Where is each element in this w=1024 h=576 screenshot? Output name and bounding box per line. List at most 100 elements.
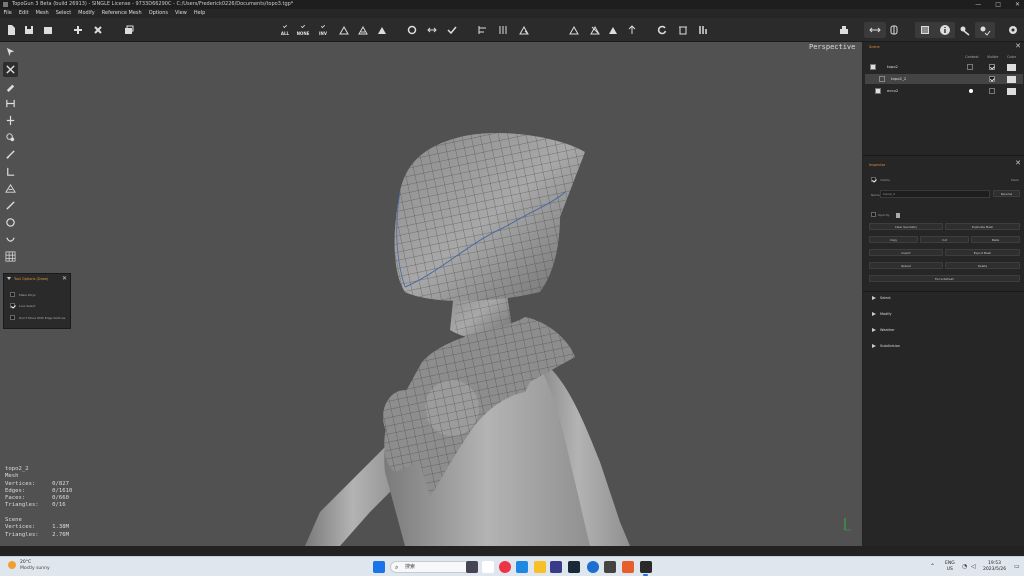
section-select[interactable]: Select [872,296,891,300]
tools-icon[interactable] [695,22,711,38]
draw-tool-icon[interactable] [3,79,18,94]
context-checkbox[interactable] [967,64,973,70]
scene-row[interactable]: topo2_2 [865,74,1023,84]
symmetry-x-icon[interactable] [566,22,582,38]
menu-view[interactable]: View [171,9,190,18]
delete-button[interactable]: Delete [945,262,1020,269]
opacity-checkbox[interactable] [871,212,876,217]
shrink-selection-icon[interactable] [355,22,371,38]
search-input[interactable]: 搜索 [390,561,474,573]
close-window-button[interactable]: ✕ [1015,0,1020,9]
panel-splitter[interactable] [863,155,1024,156]
menu-select[interactable]: Select [52,9,74,18]
menu-mesh[interactable]: Mesh [32,9,52,18]
color-swatch[interactable] [1007,87,1016,95]
weather-widget[interactable]: 20°C Mostly sunny [8,560,50,572]
select-none-icon[interactable]: NONE [295,22,311,38]
split-tool-icon[interactable] [3,113,18,128]
symmetry-y-icon[interactable] [587,22,603,38]
close-icon[interactable]: ✕ [1015,159,1021,167]
steam-icon[interactable] [568,561,580,573]
volume-icon[interactable]: ◁ [971,563,976,570]
extrude-tool-icon[interactable] [3,164,18,179]
render-icon[interactable] [836,22,852,38]
notification-icon[interactable]: ▭ [1014,563,1020,570]
close-icon[interactable]: ✕ [62,275,67,282]
section-weather[interactable]: Weather [872,328,895,332]
select-all-icon[interactable]: ALL [277,22,293,38]
app-icon[interactable] [550,561,562,573]
clear-geometry-button[interactable]: Clear Geometry [869,223,943,230]
chrome-icon[interactable] [499,561,511,573]
symmetry-z-icon[interactable] [605,22,621,38]
export-icon[interactable] [121,22,137,38]
checkbox[interactable] [10,303,15,308]
task-view-icon[interactable] [466,561,478,573]
save-as-icon[interactable] [40,22,56,38]
color-swatch[interactable] [1007,75,1016,83]
app-icon[interactable] [604,561,616,573]
option-dont-move-edge[interactable]: Don't Move With Edge Vertices [10,315,65,320]
explorer-icon[interactable] [534,561,546,573]
visible-checkbox[interactable] [989,88,995,94]
grow-selection-icon[interactable] [336,22,352,38]
edge-icon[interactable] [516,561,528,573]
knife-tool-icon[interactable] [3,198,18,213]
select-triangles-icon[interactable] [374,22,390,38]
section-modify[interactable]: Modify [872,312,892,316]
scene-icon[interactable] [917,22,933,38]
new-file-icon[interactable] [3,22,19,38]
3d-viewport[interactable] [0,42,862,546]
paste-button[interactable]: Paste [971,236,1020,243]
import-button[interactable]: Import [869,249,943,256]
tube-tool-icon[interactable] [3,232,18,247]
mirror-icon[interactable] [886,22,902,38]
section-subdivision[interactable]: Subdivision [872,344,900,348]
wifi-icon[interactable]: ◔ [962,563,967,570]
force-refresh-button[interactable]: Force Refresh [869,275,1020,282]
menu-file[interactable]: File [0,9,15,18]
close-icon[interactable]: ✕ [1015,42,1021,50]
symmetry-axis-icon[interactable] [624,22,640,38]
confirm-icon[interactable] [444,22,460,38]
loop-tool-icon[interactable] [3,130,18,145]
menu-edit[interactable]: Edit [15,9,32,18]
checkbox[interactable] [10,292,15,297]
circle-tool-icon[interactable] [3,215,18,230]
select-ring-icon[interactable] [424,22,440,38]
opacity-slider[interactable] [896,213,900,218]
visible-checkbox[interactable] [989,64,995,70]
visible-checkbox[interactable] [871,177,876,182]
info-icon[interactable] [937,22,953,38]
option-make-polys[interactable]: Make Polys [10,292,36,297]
menu-reference-mesh[interactable]: Reference Mesh [98,9,145,18]
name-field[interactable]: topo2_2 [880,190,990,198]
rotate-icon[interactable] [654,22,670,38]
widgets-icon[interactable] [482,561,494,573]
delete-icon[interactable] [675,22,691,38]
tray-chevron-icon[interactable]: ⌃ [930,563,935,570]
close-icon[interactable] [90,22,106,38]
camera-label[interactable]: Perspective [809,43,855,51]
input-language[interactable]: ENG US [945,561,955,573]
topogun-taskbar-icon[interactable] [640,561,652,573]
add-icon[interactable] [70,22,86,38]
select-tool-icon[interactable] [3,44,18,59]
menu-help[interactable]: Help [190,9,208,18]
select-loop-icon[interactable] [404,22,420,38]
start-icon[interactable] [373,561,385,573]
color-swatch[interactable] [1007,63,1016,71]
relax-icon[interactable] [516,22,532,38]
model-render[interactable] [0,42,862,546]
rename-button[interactable]: Rename [993,190,1020,197]
arrows-button[interactable] [864,22,886,38]
checkbox[interactable] [10,315,15,320]
duplicate-mesh-button[interactable]: Duplicate Mesh [945,223,1020,230]
reload-button[interactable]: Reload [869,262,943,269]
distribute-icon[interactable] [495,22,511,38]
snap-icon[interactable] [957,22,973,38]
cut-button[interactable]: Cut [920,236,969,243]
edit-tool-icon[interactable] [3,62,18,77]
app-icon[interactable] [587,561,599,573]
app-icon[interactable] [622,561,634,573]
